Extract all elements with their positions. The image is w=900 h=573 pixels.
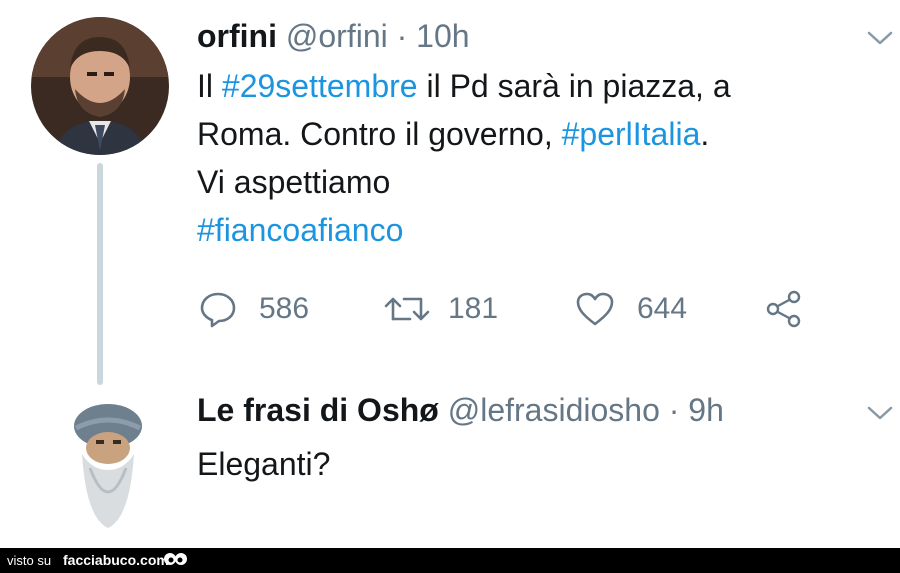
- tweet-text-line: Roma. Contro il governo, #perlItalia.: [197, 110, 731, 158]
- like-button[interactable]: 644: [575, 287, 687, 331]
- reply-button[interactable]: 586: [199, 287, 309, 331]
- text-segment: il Pd sarà in piazza, a: [417, 68, 731, 104]
- tweet-header: orfini @orfini · 10h: [197, 18, 470, 54]
- tweet-text-line: Il #29settembre il Pd sarà in piazza, a: [197, 62, 731, 110]
- text-segment: .: [700, 116, 710, 152]
- eyes-icon: [164, 553, 187, 565]
- chevron-down-icon[interactable]: [867, 405, 893, 421]
- retweet-icon: [384, 297, 430, 321]
- text-segment: Il: [197, 68, 222, 104]
- avatar-orfini-image: [31, 17, 169, 155]
- tweet-header: Le frasi di Oshø @lefrasidiosho · 9h: [197, 392, 724, 428]
- hashtag-peritalia[interactable]: #perlItalia: [562, 116, 701, 152]
- hashtag-29settembre[interactable]: #29settembre: [222, 68, 418, 104]
- tweet-text: Il #29settembre il Pd sarà in piazza, a …: [197, 62, 731, 254]
- tweet-text: Eleganti?: [197, 446, 331, 482]
- thread-line: [97, 163, 103, 385]
- like-count: 644: [637, 292, 688, 325]
- display-name[interactable]: Le frasi di Oshø: [197, 392, 439, 428]
- reply-count: 586: [259, 292, 310, 325]
- avatar-orfini[interactable]: [31, 17, 169, 155]
- watermark-prefix: visto su: [7, 553, 52, 568]
- tweet-text-line: #fiancoafianco: [197, 206, 731, 254]
- handle[interactable]: @orfini: [286, 18, 388, 54]
- share-button[interactable]: [765, 287, 803, 331]
- separator: ·: [668, 392, 680, 428]
- timestamp[interactable]: 10h: [416, 18, 469, 54]
- separator: ·: [396, 18, 408, 54]
- handle[interactable]: @lefrasidiosho: [448, 392, 660, 428]
- avatar-lefrasidiosho-image: [66, 398, 150, 534]
- display-name[interactable]: orfini: [197, 18, 277, 54]
- reply-icon: [200, 292, 236, 328]
- watermark-site: facciabuco.com: [63, 552, 169, 568]
- tweet-actions: 586 181 644: [197, 287, 817, 331]
- avatar-lefrasidiosho[interactable]: [66, 398, 150, 534]
- tweet-text-line: Vi aspettiamo: [197, 164, 391, 200]
- chevron-down-icon[interactable]: [867, 30, 893, 46]
- like-icon: [576, 292, 614, 326]
- watermark-bar: visto su facciabuco.com: [0, 548, 900, 573]
- share-icon: [766, 290, 801, 328]
- timestamp[interactable]: 9h: [688, 392, 724, 428]
- retweet-button[interactable]: 181: [384, 287, 498, 331]
- hashtag-fiancoafianco[interactable]: #fiancoafianco: [197, 212, 403, 248]
- text-segment: Roma. Contro il governo,: [197, 116, 562, 152]
- retweet-count: 181: [448, 292, 499, 325]
